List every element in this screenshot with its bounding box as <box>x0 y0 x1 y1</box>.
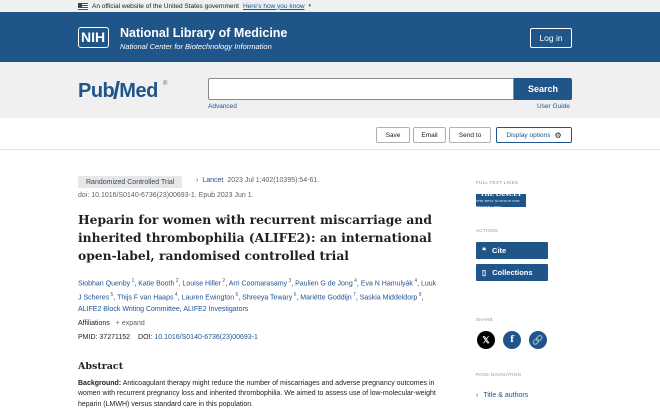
author-link[interactable]: Paulien G de Jong <box>295 280 353 287</box>
facebook-share-icon[interactable]: f <box>503 331 521 349</box>
author-link[interactable]: Eva N Hamulyák <box>361 280 413 287</box>
abstract-heading: Abstract <box>78 361 124 372</box>
expand-affiliations-button[interactable]: + expand <box>116 320 145 327</box>
full-text-links-label: FULL TEXT LINKS <box>476 180 519 185</box>
affiliations-label: Affiliations <box>78 320 110 327</box>
doi-line: doi: 10.1016/S0140-6736(23)00693-1. Epub… <box>78 192 254 199</box>
nav-title-authors-label: Title & authors <box>483 392 529 399</box>
journal-link[interactable]: Lancet <box>202 177 223 184</box>
author-link[interactable]: Mariëtte Goddijn <box>300 294 351 301</box>
author-link[interactable]: Siobhan Quenby <box>78 280 130 287</box>
actions-label: ACTIONS <box>476 228 499 233</box>
cite-button[interactable]: ❝ Cite <box>476 242 548 259</box>
article-ids: PMID: 37271152 DOI: 10.1016/S0140-6736(2… <box>78 334 258 341</box>
article-title: Heparin for women with recurrent miscarr… <box>78 212 432 263</box>
chevron-right-icon: › <box>196 177 199 184</box>
display-options-button[interactable]: Display options ⚙ <box>496 127 572 143</box>
search-band: Pub Med ® Search Advanced User Guide <box>0 62 660 118</box>
display-options-label: Display options <box>506 131 551 139</box>
author-link[interactable]: ALIFE2 Block Writing Committee <box>78 306 180 313</box>
share-label: SHARE <box>476 317 494 322</box>
ncbi-subtitle: National Center for Biotechnology Inform… <box>120 42 272 51</box>
publication-type-badge: Randomized Controlled Trial <box>78 176 183 188</box>
pmid-label: PMID: <box>78 334 98 341</box>
author-link[interactable]: Thijs F van Haaps <box>117 294 173 301</box>
author-list: Siobhan Quenby 1, Katie Booth 2, Louise … <box>78 278 437 313</box>
author-link[interactable]: ALIFE2 Investigators <box>183 306 248 313</box>
citation-details: 2023 Jul 1;402(10395):54-61. <box>227 177 320 184</box>
author-link[interactable]: Louise Hiller <box>182 280 221 287</box>
author-link[interactable]: Katie Booth <box>138 280 174 287</box>
author-link[interactable]: Lauren Ewington <box>182 294 235 301</box>
author-link[interactable]: Saskia Middeldorp <box>360 294 418 301</box>
toolbar-divider <box>0 149 660 150</box>
author-link[interactable]: Shreeya Tewary <box>242 294 292 301</box>
gear-icon: ⚙ <box>554 130 562 140</box>
doi-link[interactable]: 10.1016/S0140-6736(23)00693-1 <box>154 334 258 341</box>
nlm-header: NIH National Library of Medicine Nationa… <box>0 12 660 62</box>
author-link[interactable]: Arri Coomarasamy <box>229 280 287 287</box>
heres-how-link[interactable]: Here's how you know <box>243 3 305 10</box>
doi-label: DOI: <box>138 334 153 341</box>
nav-title-authors[interactable]: › Title & authors <box>476 392 528 399</box>
advanced-search-link[interactable]: Advanced <box>208 103 237 110</box>
search-input[interactable] <box>208 78 514 100</box>
abstract-background-label: Background: <box>78 380 122 387</box>
search-button[interactable]: Search <box>514 78 572 100</box>
user-guide-link[interactable]: User Guide <box>537 103 570 110</box>
lancet-full-text-link[interactable]: THE LANCET THE BEST SCIENCE FOR BETTER L… <box>476 192 526 209</box>
cite-button-label: Cite <box>492 246 507 255</box>
nih-logo[interactable]: NIH <box>78 26 116 48</box>
us-flag-icon <box>78 2 88 10</box>
citation-line: › Lancet 2023 Jul 1;402(10395):54-61. <box>196 177 319 184</box>
gov-banner-text: An official website of the United States… <box>92 2 239 10</box>
chevron-down-icon[interactable]: ▾ <box>309 3 312 9</box>
lancet-logo-sub: THE BEST SCIENCE FOR BETTER LIVES <box>476 198 520 209</box>
quote-icon: ❝ <box>482 246 487 255</box>
login-button[interactable]: Log in <box>530 28 572 48</box>
abstract-background-text: Anticoagulant therapy might reduce the n… <box>78 380 436 408</box>
collections-button[interactable]: ▯ Collections <box>476 264 548 281</box>
chevron-right-icon: › <box>476 392 479 399</box>
article-toolbar: Save Email Send to Display options ⚙ <box>0 127 660 145</box>
gov-banner: An official website of the United States… <box>0 0 660 12</box>
pubmed-logo[interactable]: Pub Med <box>78 81 158 101</box>
save-button[interactable]: Save <box>376 127 410 143</box>
registered-mark: ® <box>163 81 168 87</box>
nlm-title[interactable]: National Library of Medicine <box>120 27 287 40</box>
email-button[interactable]: Email <box>413 127 446 143</box>
collections-button-label: Collections <box>492 268 533 277</box>
page-navigation-label: PAGE NAVIGATION <box>476 372 522 377</box>
x-share-icon[interactable]: 𝕏 <box>477 331 495 349</box>
affiliations: Affiliations + expand <box>78 320 145 327</box>
abstract-text: Background: Anticoagulant therapy might … <box>78 379 450 410</box>
link-share-icon[interactable]: 🔗 <box>529 331 547 349</box>
bookmark-icon: ▯ <box>482 268 487 277</box>
send-to-button[interactable]: Send to <box>449 127 491 143</box>
pmid-value: 37271152 <box>99 334 131 341</box>
